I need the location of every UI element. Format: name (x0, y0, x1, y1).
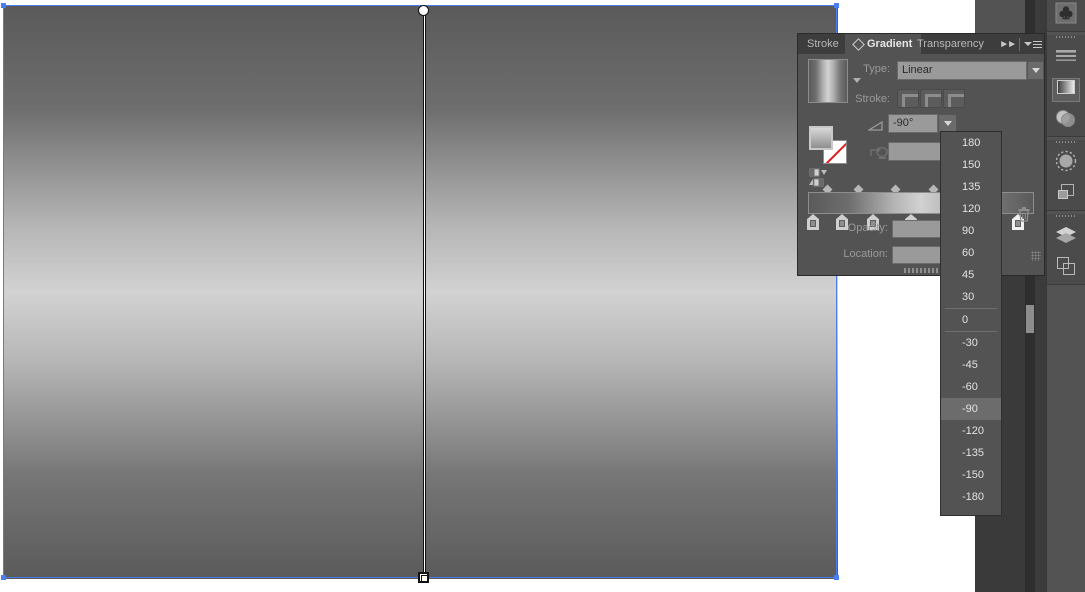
rail-item-stroke[interactable] (1047, 43, 1085, 74)
angle-dropdown-menu[interactable]: 180 150 135 120 90 60 45 30 0 -30 -45 -60 -90 -120 -13… (940, 131, 1002, 516)
angle-option-30[interactable]: 30 (941, 286, 1001, 308)
rail-item-appearance[interactable] (1047, 148, 1085, 179)
rail-divider (1047, 31, 1085, 32)
transparency-circles-icon (1054, 108, 1078, 133)
rail-drag-grip[interactable] (1056, 214, 1076, 221)
panel-resize-grip[interactable] (904, 268, 938, 273)
rail-group-swatches (1047, 0, 1085, 31)
gradient-annotator[interactable] (418, 5, 429, 583)
tab-stroke[interactable]: Stroke (798, 34, 848, 54)
tab-label: Stroke (807, 38, 839, 50)
chevron-down-icon (1031, 68, 1040, 73)
rail-drag-grip[interactable] (1056, 35, 1076, 42)
gradient-aspect-ratio-input[interactable] (888, 142, 944, 161)
location-label: Location: (843, 248, 888, 260)
rail-divider (1047, 210, 1085, 211)
angle-option-neg150[interactable]: -150 (941, 464, 1001, 486)
angle-option-120[interactable]: 120 (941, 198, 1001, 220)
tab-divider (1019, 37, 1020, 51)
gradient-type-dropdown-button[interactable] (1027, 61, 1044, 80)
color-swatch-clubs-icon (1055, 2, 1077, 29)
type-label: Type: (863, 63, 890, 75)
rail-item-transparency[interactable] (1047, 105, 1085, 136)
angle-option-180[interactable]: 180 (941, 132, 1001, 154)
collapsed-panel-stub[interactable] (975, 0, 1031, 33)
angle-option-neg90[interactable]: -90 (941, 398, 1001, 420)
stroke-along-button[interactable] (920, 89, 942, 108)
appearance-icon (1054, 149, 1078, 178)
gradient-rectangle[interactable] (4, 6, 838, 579)
rail-item-graphic-styles[interactable] (1047, 179, 1085, 210)
graphic-styles-icon (1055, 181, 1077, 208)
angle-icon (866, 118, 884, 131)
stroke-across-button[interactable] (943, 89, 965, 108)
artboard-object[interactable] (1, 3, 839, 580)
panel-menu-icon[interactable] (1024, 40, 1042, 48)
angle-option-neg30[interactable]: -30 (941, 332, 1001, 354)
double-chevron-right-icon[interactable]: ►► (999, 39, 1017, 50)
rail-divider (1047, 284, 1085, 285)
opacity-input[interactable] (892, 220, 944, 238)
artboards-icon (1055, 255, 1077, 282)
angle-option-150[interactable]: 150 (941, 154, 1001, 176)
gradient-angle-value: -90° (893, 117, 914, 129)
chevron-down-icon (943, 121, 952, 126)
angle-option-45[interactable]: 45 (941, 264, 1001, 286)
stroke-along-icon (925, 94, 941, 107)
rail-item-gradient[interactable] (1047, 74, 1085, 105)
stroke-within-button[interactable] (897, 89, 919, 108)
angle-option-90[interactable]: 90 (941, 220, 1001, 242)
gradient-preview-swatch[interactable] (808, 59, 848, 103)
collapsed-panel-icon-rail[interactable] (1047, 0, 1085, 592)
rail-group-styles (1047, 140, 1085, 210)
gradient-stop[interactable] (807, 214, 819, 230)
aspect-ratio-icon (868, 144, 890, 167)
angle-option-60[interactable]: 60 (941, 242, 1001, 264)
dock-scrollbar-thumb[interactable] (1026, 305, 1034, 333)
panel-resize-corner[interactable] (1031, 251, 1041, 261)
angle-option-neg60[interactable]: -60 (941, 376, 1001, 398)
stroke-lines-icon (1055, 47, 1077, 70)
angle-option-0[interactable]: 0 (941, 309, 1001, 331)
tab-transparency[interactable]: Transparency (908, 34, 993, 54)
layers-icon (1054, 225, 1078, 250)
rail-drag-grip[interactable] (1056, 140, 1076, 147)
fill-indicator-swatch[interactable] (809, 126, 833, 150)
stroke-across-icon (948, 94, 964, 107)
location-input[interactable] (892, 246, 944, 264)
tab-label: Gradient (867, 38, 913, 50)
panel-tab-bar[interactable]: Stroke Gradient Transparency ►► (798, 34, 1044, 54)
gradient-start-handle[interactable] (418, 5, 429, 16)
rail-item-color-swatch-clubs[interactable] (1047, 0, 1085, 31)
gradient-annotator-line[interactable] (423, 10, 426, 576)
trash-icon[interactable] (1017, 206, 1031, 222)
gradient-panel[interactable]: Stroke Gradient Transparency ►► Type: Li… (797, 33, 1045, 276)
gradient-end-handle[interactable] (418, 572, 429, 583)
stroke-within-icon (902, 94, 918, 107)
rail-group-layers (1047, 214, 1085, 284)
angle-option-neg120[interactable]: -120 (941, 420, 1001, 442)
gradient-angle-input[interactable]: -90° (888, 114, 938, 133)
stroke-label: Stroke: (855, 93, 890, 105)
gradient-type-value: Linear (902, 64, 933, 76)
angle-option-neg45[interactable]: -45 (941, 354, 1001, 376)
angle-option-neg135[interactable]: -135 (941, 442, 1001, 464)
gradient-type-select[interactable]: Linear (897, 61, 1027, 80)
gradient-icon (1057, 80, 1075, 99)
angle-option-135[interactable]: 135 (941, 176, 1001, 198)
panel-tab-controls: ►► (999, 34, 1042, 54)
angle-option-neg180[interactable]: -180 (941, 486, 1001, 508)
rail-item-layers[interactable] (1047, 222, 1085, 253)
opacity-label: Opacity: (847, 222, 888, 234)
gradient-tab-diamond-icon (852, 37, 865, 51)
tab-label: Transparency (917, 38, 984, 50)
rail-item-artboards[interactable] (1047, 253, 1085, 284)
rail-divider (1047, 136, 1085, 137)
rail-group-appearance (1047, 35, 1085, 136)
gradient-presets-chevron-icon[interactable] (853, 78, 861, 83)
